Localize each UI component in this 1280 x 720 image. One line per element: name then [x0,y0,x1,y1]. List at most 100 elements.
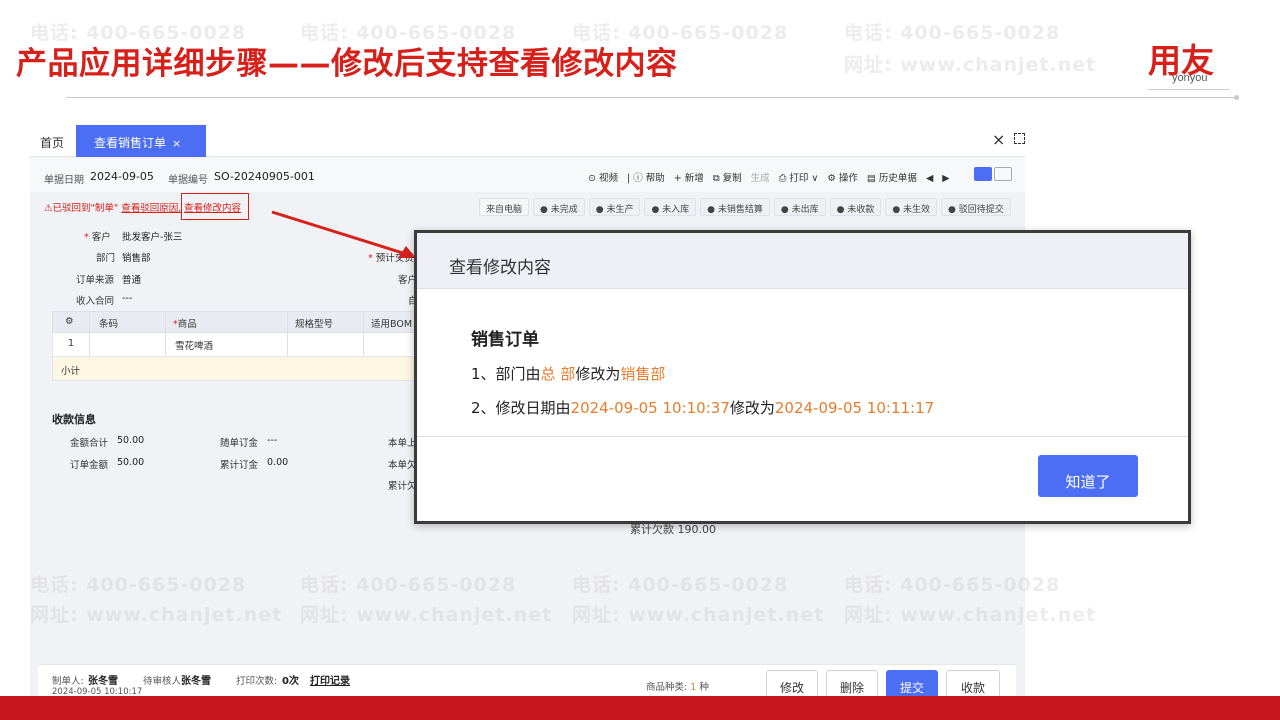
order-source-value[interactable]: 普通 [122,272,141,286]
toolbar-generate[interactable]: 生成 [751,173,770,184]
row-product: 雪花啤酒 [175,341,214,352]
customer-label: * 客户 [84,232,111,243]
yonyou-logo-subtext: yonyou [1172,72,1208,84]
maker-value: 张冬雪 [88,676,118,687]
list-view-toggle[interactable] [974,167,992,181]
modal-header: 查看修改内容 [417,233,1188,289]
tab-view-sales-order[interactable]: 查看销售订单 × [76,125,206,157]
reviewer-label: 待审核人: [143,676,185,687]
col-spec: 规格型号 [295,319,334,330]
status-not-produced: ● 未生产 [588,198,641,216]
subtotal-row: 小计 [52,357,472,381]
edit-button[interactable]: 修改 [766,670,818,697]
change-item-1: 1、部门由总 部修改为销售部 [471,365,666,383]
product-kinds: 商品种类: 1 种 [646,682,709,693]
delete-button[interactable]: 删除 [826,670,878,697]
reviewer-value: 张冬雪 [181,676,211,687]
card-view-toggle[interactable] [994,167,1012,181]
highlight-box [181,193,249,220]
row-number: 1 [68,338,75,349]
toolbar-next[interactable]: ▶ [942,173,949,184]
window-close-icon[interactable]: × [992,130,1005,149]
print-count-value: 0次 [282,676,299,687]
status-source: 来自电脑 [479,198,530,216]
modal-title: 查看修改内容 [449,258,551,278]
title-divider-dot [1234,95,1239,100]
status-not-collected: ● 未收款 [829,198,882,216]
status-not-shipped: ● 未出库 [773,198,826,216]
print-count-label: 打印次数: [236,676,278,687]
product-grid-header: ⚙ 条码 *商品 规格型号 适用BOM [52,311,472,333]
toolbar-operate[interactable]: ⚙ 操作 [827,173,858,184]
rejected-warning: ⚠已驳回到"制单" 查看驳回原因, [44,200,181,214]
col-bom: 适用BOM [371,319,413,330]
current-received-label: 本单上 [388,438,417,449]
tab-bar: 首页 查看销售订单 × × [30,125,1025,157]
total-amount-value: 50.00 [117,435,145,446]
submit-button[interactable]: 提交 [886,670,938,697]
doc-number-label: 单据编号 [168,175,208,186]
payment-info-title: 收款信息 [52,413,96,426]
contract-value[interactable]: --- [122,293,132,304]
dept-value[interactable]: 销售部 [122,250,151,264]
total-amount-label: 金额合计 [70,438,109,449]
footer-bar: 制单人: 张冬雪 待审核人: 张冬雪 打印次数: 0次 打印记录 2024-09… [38,664,1016,697]
maximize-icon[interactable] [1014,133,1025,144]
tab-close-icon[interactable]: × [172,137,181,150]
doc-date-label: 单据日期 [44,175,84,186]
view-reject-reason-link[interactable]: 查看驳回原因, [121,203,181,214]
toolbar-copy[interactable]: ⧉ 复制 [713,173,742,184]
table-row[interactable]: 1 雪花啤酒 [52,333,472,357]
slide-title: 产品应用详细步骤——修改后支持查看修改内容 [16,46,678,82]
logo-underline [1148,89,1230,90]
toolbar-prev[interactable]: ◀ [926,173,933,184]
doc-number-value: SO-20240905-001 [214,170,315,183]
modal-section-title: 销售订单 [471,330,539,350]
got-it-button[interactable]: 知道了 [1038,455,1138,497]
subtotal-label: 小计 [61,366,81,377]
cumulative-owed-label: 累计欠 [388,481,417,492]
toolbar-history[interactable]: ▤ 历史单据 [867,173,917,184]
contract-label: 收入合同 [76,296,115,307]
title-divider [66,97,1238,98]
col-product: *商品 [173,319,197,330]
print-log-link[interactable]: 打印记录 [310,672,350,687]
watermark-phone: 电话: 400-665-0028 [844,22,1061,44]
maker-label: 制单人: [52,676,84,687]
collect-button[interactable]: 收款 [946,670,1000,697]
cumulative-deposit-label: 累计订金 [220,460,259,471]
col-barcode: 条码 [99,319,119,330]
change-item-2: 2、修改日期由2024-09-05 10:10:37修改为2024-09-05 … [471,399,935,417]
document-header-bar: 单据日期 2024-09-05 单据编号 SO-20240905-001 ⊙ 视… [30,158,1025,192]
deposit-label: 随单订金 [220,438,259,449]
bottom-brand-band [0,696,1280,720]
toolbar: ⊙ 视频 | ⓘ 帮助 + 新增 ⧉ 复制 生成 ⎙ 打印 ∨ ⚙ 操作 ▤ 历… [588,170,956,184]
grid-settings-icon[interactable]: ⚙ [65,316,74,327]
status-incomplete: ● 未完成 [533,198,585,216]
status-tags: 来自电脑 ● 未完成 ● 未生产 ● 未入库 ● 未销售结算 ● 未出库 ● 未收款 ● 未生… [479,197,1015,216]
order-amount-label: 订单金额 [70,460,109,471]
status-not-stocked: ● 未入库 [644,198,697,216]
toolbar-print[interactable]: ⎙ 打印 ∨ [779,173,819,184]
tab-home[interactable]: 首页 [40,134,64,151]
customer-value[interactable]: 批发客户-张三 [122,229,182,243]
order-source-label: 订单来源 [76,275,115,286]
status-not-settled: ● 未销售结算 [700,198,770,216]
modal-divider [417,436,1188,437]
cumulative-deposit-value: 0.00 [267,457,289,468]
warning-text: ⚠已驳回到"制单" [44,203,122,214]
status-not-effective: ● 未生效 [885,198,938,216]
view-changes-modal: 查看修改内容 销售订单 1、部门由总 部修改为销售部 2、修改日期由2024-0… [414,230,1191,524]
tab-label: 查看销售订单 [94,136,167,150]
watermark-site: 网址: www.chanjet.net [844,54,1097,76]
toolbar-help[interactable]: | ⓘ 帮助 [627,173,665,184]
toolbar-new[interactable]: + 新增 [674,173,704,184]
deposit-value: --- [267,435,278,446]
dept-label: 部门 [96,253,116,264]
current-owed-label: 本单欠 [388,460,417,471]
annotation-arrow [271,210,416,258]
status-rejected: ● 驳回待提交 [941,198,1011,216]
toolbar-video[interactable]: ⊙ 视频 [588,173,618,184]
doc-date-value: 2024-09-05 [90,170,154,183]
order-amount-value: 50.00 [117,457,145,468]
